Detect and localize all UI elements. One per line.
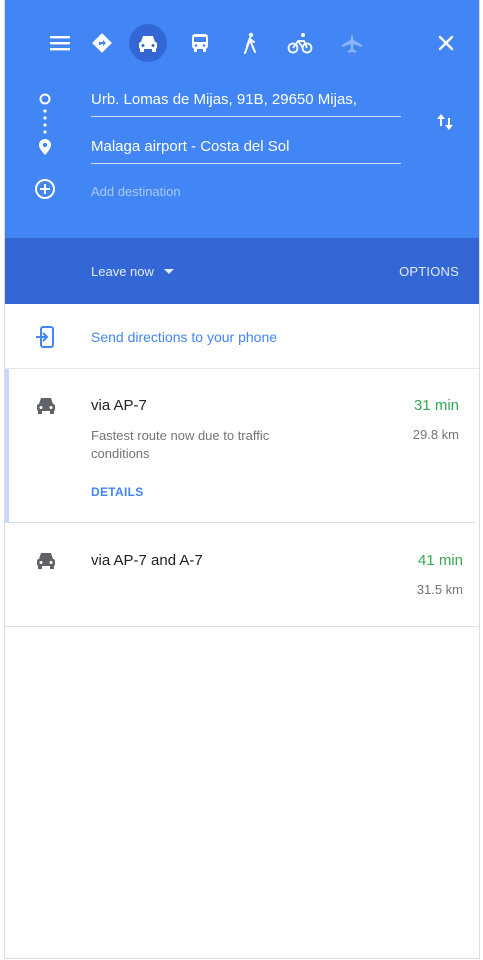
bike-icon[interactable] (281, 24, 319, 62)
route-dots-icon (43, 109, 47, 134)
route-distance: 31.5 km (416, 582, 463, 597)
destination-pin-icon (39, 139, 51, 155)
route-time: 41 min (417, 552, 463, 569)
car-icon (37, 553, 55, 569)
route-option-1[interactable]: via AP-7 31 min 29.8 km Fastest route no… (5, 369, 475, 523)
close-icon[interactable] (429, 24, 463, 62)
leave-now-label: Leave now (91, 264, 154, 279)
transit-icon[interactable] (181, 24, 219, 62)
details-button[interactable]: DETAILS (91, 485, 144, 499)
destination-input[interactable]: Malaga airport - Costa del Sol (91, 137, 401, 164)
chevron-down-icon (163, 268, 174, 274)
route-distance: 29.8 km (412, 427, 459, 442)
send-to-phone-label: Send directions to your phone (91, 329, 278, 345)
directions-panel: Urb. Lomas de Mijas, 91B, 29650 Mijas, M… (4, 0, 480, 959)
car-icon[interactable] (129, 24, 167, 62)
directions-icon[interactable] (83, 24, 121, 62)
walk-icon[interactable] (231, 24, 269, 62)
send-to-phone-row[interactable]: Send directions to your phone (5, 304, 479, 369)
send-to-phone-icon (36, 326, 54, 348)
options-button[interactable]: OPTIONS (399, 264, 459, 279)
flight-icon[interactable] (333, 24, 371, 62)
add-destination-icon[interactable] (34, 178, 56, 200)
route-name: via AP-7 and A-7 (91, 552, 203, 569)
car-icon (37, 398, 55, 414)
add-destination-input[interactable]: Add destination (91, 184, 181, 199)
options-bar: Leave now OPTIONS (5, 238, 479, 304)
directions-header: Urb. Lomas de Mijas, 91B, 29650 Mijas, M… (5, 0, 479, 238)
route-name: via AP-7 (91, 397, 147, 414)
origin-marker-icon (39, 93, 51, 105)
route-description: Fastest route now due to traffic conditi… (91, 428, 270, 461)
route-time: 31 min (413, 397, 459, 414)
origin-input[interactable]: Urb. Lomas de Mijas, 91B, 29650 Mijas, (91, 90, 401, 117)
leave-now-dropdown[interactable]: Leave now (91, 264, 174, 279)
swap-icon[interactable] (425, 102, 465, 142)
menu-icon[interactable] (41, 24, 79, 62)
route-option-2[interactable]: via AP-7 and A-7 41 min 31.5 km (5, 524, 479, 627)
